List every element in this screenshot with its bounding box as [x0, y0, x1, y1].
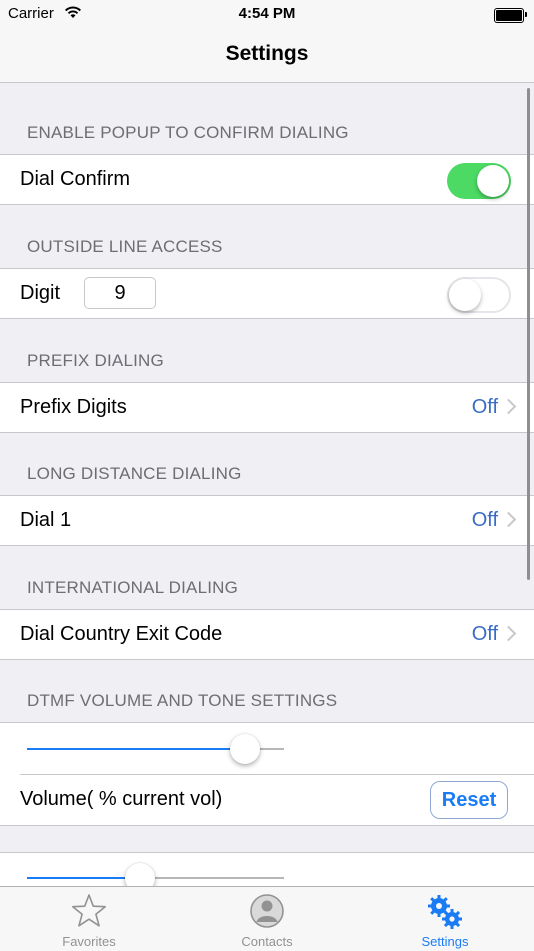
slider-thumb[interactable]: [230, 734, 261, 764]
tab-bar: Favorites Contacts Settings: [0, 886, 534, 951]
slider-fill: [27, 748, 246, 750]
volume-row: Volume( % current vol) Reset: [0, 775, 534, 826]
prefix-digits-value: Off: [471, 396, 498, 418]
section-header-long-distance: LONG DISTANCE DIALING: [27, 464, 242, 483]
tone-slider[interactable]: [27, 863, 284, 886]
settings-list[interactable]: ENABLE POPUP TO CONFIRM DIALING Dial Con…: [0, 83, 534, 886]
dial-1-row[interactable]: Dial 1 Off: [0, 495, 534, 546]
dial-1-value: Off: [471, 509, 498, 531]
tab-settings[interactable]: Settings: [356, 887, 534, 951]
tone-slider-row: [0, 852, 534, 886]
section-header-international: INTERNATIONAL DIALING: [27, 578, 239, 597]
contact-icon: [178, 893, 356, 929]
volume-slider[interactable]: [27, 734, 284, 764]
toggle-knob: [477, 165, 509, 197]
dial-confirm-label: Dial Confirm: [20, 168, 131, 190]
page-title: Settings: [225, 42, 309, 65]
outside-line-toggle[interactable]: [447, 277, 511, 313]
battery-icon: [494, 8, 527, 23]
dtmf-volume-group: Volume( % current vol) Reset: [0, 722, 534, 826]
slider-thumb[interactable]: [125, 863, 156, 886]
dial-country-exit-code-value: Off: [471, 623, 498, 645]
star-icon: [0, 893, 178, 929]
gears-icon: [356, 893, 534, 929]
prefix-digits-row[interactable]: Prefix Digits Off: [0, 382, 534, 433]
dial-1-label: Dial 1: [20, 509, 72, 531]
tab-label: Favorites: [62, 934, 116, 949]
reset-button[interactable]: Reset: [430, 781, 508, 819]
clock: 4:54 PM: [238, 5, 296, 22]
section-header-confirm: ENABLE POPUP TO CONFIRM DIALING: [27, 123, 349, 142]
digit-input[interactable]: 9: [84, 277, 156, 309]
toggle-knob: [449, 279, 481, 311]
dial-confirm-row: Dial Confirm: [0, 154, 534, 205]
section-header-outside-line: OUTSIDE LINE ACCESS: [27, 237, 223, 256]
volume-label: Volume( % current vol): [20, 788, 223, 810]
tab-favorites[interactable]: Favorites: [0, 887, 178, 951]
dial-confirm-toggle[interactable]: [447, 163, 511, 199]
tab-label: Contacts: [241, 934, 293, 949]
section-header-prefix: PREFIX DIALING: [27, 351, 164, 370]
tab-label: Settings: [421, 934, 469, 949]
status-bar: Carrier 4:54 PM: [0, 0, 534, 28]
chevron-right-icon: [500, 398, 517, 415]
navigation-bar: Settings: [0, 28, 534, 83]
dial-country-exit-code-row[interactable]: Dial Country Exit Code Off: [0, 609, 534, 660]
digit-row: Digit 9: [0, 268, 534, 319]
digit-label: Digit: [20, 282, 61, 304]
prefix-digits-label: Prefix Digits: [20, 396, 127, 418]
dial-country-exit-code-label: Dial Country Exit Code: [20, 623, 223, 645]
chevron-right-icon: [500, 625, 517, 642]
slider-fill: [27, 877, 141, 879]
section-header-dtmf: DTMF VOLUME AND TONE SETTINGS: [27, 691, 338, 710]
scroll-indicator[interactable]: [527, 88, 530, 580]
tab-contacts[interactable]: Contacts: [178, 887, 356, 951]
chevron-right-icon: [500, 511, 517, 528]
